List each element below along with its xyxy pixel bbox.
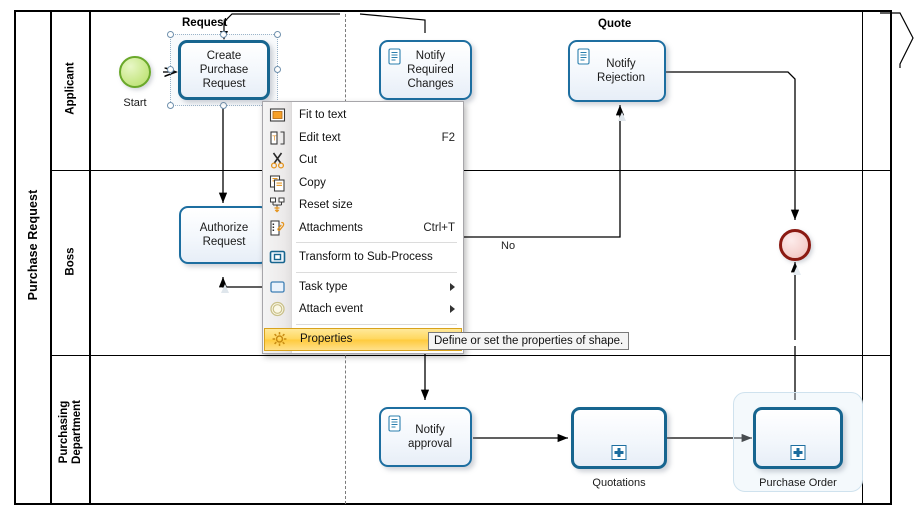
menu-item-cut[interactable]: Cut — [263, 149, 463, 172]
bpmn-diagram-canvas: Purchase Request Applicant Boss Purchasi… — [0, 0, 920, 520]
properties-gear-icon — [272, 332, 287, 346]
submenu-arrow-icon — [450, 305, 455, 314]
script-task-icon — [388, 48, 401, 65]
menu-item-task-type-label: Task type — [299, 280, 348, 293]
lane-header-divider — [90, 10, 91, 505]
cpr-line2: Purchase — [199, 64, 249, 76]
menu-item-attachments[interactable]: Attachments Ctrl+T — [263, 217, 463, 240]
task-notify-rejection[interactable]: Notify Rejection — [568, 40, 666, 102]
pool-title: Purchase Request — [26, 189, 40, 301]
resize-handle-sw[interactable] — [167, 102, 174, 109]
menu-item-reset-size[interactable]: Reset size — [263, 194, 463, 217]
lane-label-boss: Boss — [64, 247, 77, 276]
menu-item-edit-text[interactable]: T Edit text F2 — [263, 127, 463, 150]
menu-separator-1 — [296, 242, 457, 243]
menu-item-copy-label: Copy — [299, 176, 326, 189]
subprocess-quotations[interactable] — [571, 407, 667, 469]
cpr-line3: Request — [202, 78, 246, 90]
task-authorize-request-label: Authorize Request — [196, 221, 253, 249]
na-line1: Notify — [415, 424, 445, 436]
subprocess-purchase-order[interactable] — [753, 407, 843, 469]
copy-icon — [269, 175, 285, 192]
menu-item-attachments-label: Attachments — [299, 221, 363, 234]
menu-item-fit-to-text-label: Fit to text — [299, 109, 347, 122]
svg-text:T: T — [272, 135, 277, 142]
nr-line2: Rejection — [597, 72, 645, 84]
lane-label-applicant: Applicant — [64, 62, 77, 115]
flow-label-no: No — [499, 240, 518, 252]
task-authorize-request[interactable]: Authorize Request — [179, 206, 269, 264]
lane-separator-applicant-boss — [52, 170, 892, 171]
task-notify-approval[interactable]: Notify approval — [379, 407, 472, 467]
edit-text-icon: T — [270, 131, 285, 145]
resize-handle-e[interactable] — [274, 66, 281, 73]
lane-label-purchasing: Purchasing Department — [58, 366, 84, 498]
submenu-arrow-icon — [450, 282, 455, 291]
script-task-icon — [388, 415, 401, 432]
message-flow-chevron-icon — [880, 12, 914, 68]
subprocess-purchase-order-caption: Purchase Order — [759, 477, 837, 489]
attach-event-icon — [270, 302, 285, 317]
menu-item-copy[interactable]: Copy — [263, 172, 463, 195]
reset-size-icon — [270, 197, 285, 213]
menu-item-attach-event-label: Attach event — [299, 303, 363, 316]
task-notify-required-changes-label: Notify Required Changes — [393, 49, 458, 91]
task-type-icon — [270, 281, 285, 293]
tooltip-properties: Define or set the properties of shape. — [428, 332, 630, 350]
start-event-caption: Start — [123, 97, 147, 109]
cpr-line1: Create — [206, 50, 242, 62]
menu-item-edit-text-accel: F2 — [441, 131, 455, 144]
menu-item-task-type[interactable]: Task type — [263, 276, 463, 299]
menu-separator-3 — [296, 323, 457, 325]
context-menu[interactable]: Fit to text T Edit text F2 Cut Copy Rese… — [262, 101, 464, 354]
ar-line1: Authorize — [199, 222, 249, 234]
start-event[interactable] — [119, 56, 151, 88]
na-line2: approval — [407, 438, 453, 450]
lane-header-boss[interactable]: Boss — [52, 170, 90, 355]
subprocess-quotations-caption: Quotations — [592, 477, 646, 489]
menu-item-transform-to-subprocess[interactable]: Transform to Sub-Process — [263, 246, 463, 269]
resize-handle-n[interactable] — [220, 31, 227, 38]
lane-separator-boss-purchasing — [52, 355, 892, 356]
menu-item-reset-size-label: Reset size — [299, 199, 353, 212]
attachments-icon — [270, 220, 285, 236]
menu-item-attachments-accel: Ctrl+T — [423, 221, 455, 234]
resize-handle-ne[interactable] — [274, 31, 281, 38]
subprocess-expand-icon[interactable] — [611, 445, 627, 460]
menu-item-cut-label: Cut — [299, 154, 317, 167]
menu-item-attach-event[interactable]: Attach event — [263, 298, 463, 321]
message-flow-label-quote: Quote — [598, 18, 632, 30]
task-notify-rejection-label: Notify Rejection — [585, 57, 649, 85]
script-task-icon — [577, 48, 590, 65]
message-flow-label-request: Request — [182, 17, 228, 29]
lane-label-purchasing-line1: Purchasing — [58, 400, 70, 464]
menu-item-fit-to-text[interactable]: Fit to text — [263, 104, 463, 127]
menu-separator-2 — [296, 271, 457, 273]
menu-item-edit-text-label: Edit text — [299, 131, 341, 144]
nr-line1: Notify — [606, 58, 636, 70]
task-notify-required-changes[interactable]: Notify Required Changes — [379, 40, 472, 100]
resize-handle-w[interactable] — [167, 66, 174, 73]
end-event[interactable] — [779, 229, 811, 261]
ar-line2: Request — [202, 236, 246, 248]
fit-to-text-icon — [269, 108, 286, 122]
lane-header-purchasing[interactable]: Purchasing Department — [52, 355, 90, 505]
menu-item-properties-label: Properties — [300, 333, 353, 345]
cut-icon — [270, 152, 285, 169]
subprocess-expand-icon[interactable] — [790, 445, 806, 460]
resize-handle-nw[interactable] — [167, 31, 174, 38]
pool-title-band[interactable]: Purchase Request — [14, 10, 52, 505]
lane-header-applicant[interactable]: Applicant — [52, 10, 90, 170]
nrc-line1: Notify — [415, 50, 446, 62]
task-create-purchase-request-label: Create Purchase Request — [196, 49, 253, 91]
nrc-line3: Changes — [407, 78, 454, 90]
menu-item-transform-to-subprocess-label: Transform to Sub-Process — [299, 251, 433, 264]
transform-subprocess-icon — [269, 250, 286, 264]
task-notify-approval-label: Notify approval — [395, 423, 456, 451]
lane-label-purchasing-line2: Department — [71, 400, 83, 464]
task-create-purchase-request[interactable]: Create Purchase Request — [178, 40, 270, 100]
resize-handle-s[interactable] — [220, 102, 227, 109]
nrc-line2: Required — [407, 64, 454, 76]
